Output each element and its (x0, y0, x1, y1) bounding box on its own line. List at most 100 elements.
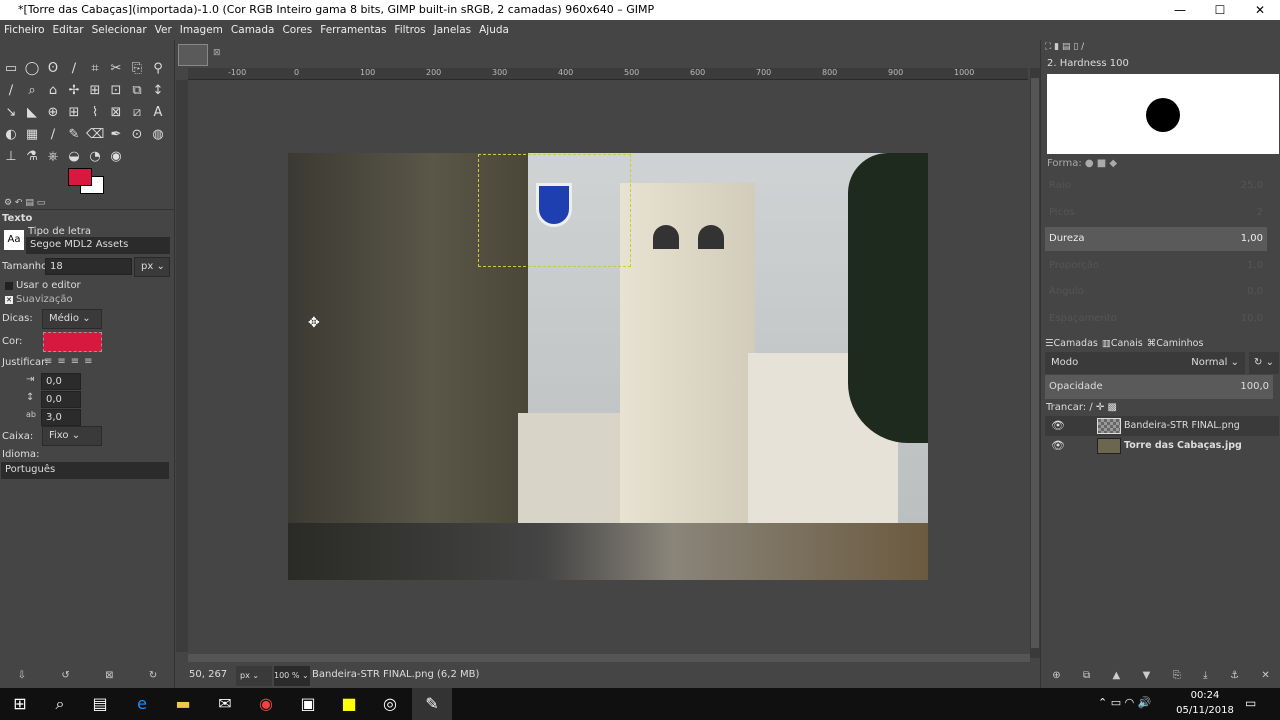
visibility-eye-icon[interactable]: 👁 (1051, 439, 1065, 452)
menu-ajuda[interactable]: Ajuda (479, 24, 509, 36)
text-tool-icon[interactable]: A (149, 104, 167, 122)
brush-param-slider[interactable]: Raio 25,0 (1045, 174, 1267, 198)
clone-tool-icon[interactable]: ⊥ (2, 148, 20, 166)
composite-mode-select[interactable]: ↻ ⌄ (1249, 352, 1279, 374)
brush-param-slider[interactable]: Espaçamento 10,0 (1045, 307, 1267, 331)
color-select-tool-icon[interactable]: ⌗ (86, 60, 104, 78)
menu-camada[interactable]: Camada (231, 24, 275, 36)
flip-tool-icon[interactable]: ⊕ (44, 104, 62, 122)
clock-time[interactable]: 00:24 (1180, 690, 1230, 701)
menu-filtros[interactable]: Filtros (394, 24, 425, 36)
menu-cores[interactable]: Cores (282, 24, 312, 36)
layer-name[interactable]: Bandeira-STR FINAL.png (1124, 420, 1240, 431)
use-editor-checkbox[interactable] (5, 282, 13, 290)
tool-options-footer[interactable]: ⇩ ↺ ⊠ ↻ (0, 670, 175, 681)
image-tab-thumbnail[interactable] (178, 44, 208, 66)
airbrush-tool-icon[interactable]: ✒ (107, 126, 125, 144)
paths-tool-icon[interactable]: ⚲ (149, 60, 167, 78)
scissors-tool-icon[interactable]: ✂ (107, 60, 125, 78)
free-select-tool-icon[interactable]: ʘ (44, 60, 62, 78)
vertical-scrollbar[interactable] (1030, 68, 1040, 658)
zoom-tool-icon[interactable]: ⌕ (23, 82, 41, 100)
file-explorer-icon[interactable]: ▬ (163, 688, 203, 720)
brush-param-slider[interactable]: Ângulo 0,0 (1045, 280, 1267, 304)
rotate-tool-icon[interactable]: ↕ (149, 82, 167, 100)
start-icon[interactable]: ⊞ (0, 688, 40, 720)
obs-icon[interactable]: ◎ (370, 688, 410, 720)
gimp-icon[interactable]: ✎ (412, 688, 452, 720)
foreground-select-tool-icon[interactable]: ⎘ (128, 60, 146, 78)
layer-row[interactable]: 👁 Bandeira-STR FINAL.png (1045, 416, 1279, 436)
search-icon[interactable]: ⌕ (40, 688, 80, 720)
horizontal-scrollbar[interactable] (188, 654, 1030, 662)
hints-select[interactable]: Médio ⌄ (42, 309, 102, 329)
notifications-icon[interactable]: ▭ (1245, 696, 1256, 710)
font-icon[interactable]: Aa (4, 230, 24, 250)
language-input[interactable]: Português (1, 462, 169, 479)
close-tab-icon[interactable]: ⊠ (213, 48, 221, 58)
image-canvas[interactable]: ✥ (288, 153, 928, 580)
menu-ferramentas[interactable]: Ferramentas (320, 24, 386, 36)
system-tray-icons[interactable]: ⌃ ▭ ◠ 🔊 (1098, 696, 1151, 709)
menu-selecionar[interactable]: Selecionar (92, 24, 147, 36)
fuzzy-select-tool-icon[interactable]: ∕ (65, 60, 83, 78)
measure-tool-icon[interactable]: ⌂ (44, 82, 62, 100)
brush-tabs[interactable]: ⛶ ▮ ▤ ▯ ∕ (1045, 42, 1084, 52)
dodge-burn-tool-icon[interactable]: ◉ (107, 148, 125, 166)
unified-transform-tool-icon[interactable]: ⧉ (128, 82, 146, 100)
mypaint-tool-icon[interactable]: ◍ (149, 126, 167, 144)
antialias-checkbox[interactable]: ✕ (5, 296, 13, 304)
mode-select[interactable]: Modo Normal ⌄ (1045, 352, 1245, 374)
visibility-eye-icon[interactable]: 👁 (1051, 419, 1065, 432)
ink-tool-icon[interactable]: ⊙ (128, 126, 146, 144)
menu-janelas[interactable]: Janelas (434, 24, 471, 36)
bucket-fill-tool-icon[interactable]: ◐ (2, 126, 20, 144)
font-input[interactable]: Segoe MDL2 Assets (26, 237, 170, 254)
layer-name[interactable]: Torre das Cabaças.jpg (1124, 440, 1242, 451)
shear-tool-icon[interactable]: ◣ (23, 104, 41, 122)
mail-icon[interactable]: ✉ (205, 688, 245, 720)
box-select[interactable]: Fixo ⌄ (42, 426, 102, 446)
scale-tool-icon[interactable]: ↘ (2, 104, 20, 122)
perspective-tool-icon[interactable]: ⊞ (65, 104, 83, 122)
blur-tool-icon[interactable]: ◒ (65, 148, 83, 166)
tab-camadas[interactable]: ☰Camadas (1045, 338, 1098, 350)
brush-param-slider[interactable]: Proporção 1,0 (1045, 254, 1267, 278)
maximize-button[interactable]: ☐ (1200, 0, 1240, 20)
chrome-icon[interactable]: ◉ (246, 688, 286, 720)
justify-buttons[interactable]: ≡≡≡≡ (44, 356, 98, 367)
move-tool-icon[interactable]: ✢ (65, 82, 83, 100)
layer-row[interactable]: 👁 Torre das Cabaças.jpg (1045, 436, 1279, 456)
cage-tool-icon[interactable]: ⌇ (86, 104, 104, 122)
align-tool-icon[interactable]: ⊞ (86, 82, 104, 100)
foreground-color[interactable] (68, 168, 92, 186)
tool-options-tabs[interactable]: ⚙ ↶ ▤ ▭ (0, 198, 175, 210)
size-unit-select[interactable]: px ⌄ (134, 257, 170, 277)
opacity-slider[interactable]: Opacidade 100,0 (1045, 375, 1273, 399)
layers-tabs[interactable]: ☰Camadas ▥Canais ⌘Caminhos (1045, 338, 1277, 350)
rect-select-tool-icon[interactable]: ▭ (2, 60, 20, 78)
brush-param-slider[interactable]: Picos 2 (1045, 201, 1267, 225)
layers-footer-buttons[interactable]: ⊕ ⧉ ▲ ▼ ⎘ ⤓ ⚓ ✕ (1041, 670, 1280, 681)
menu-imagem[interactable]: Imagem (180, 24, 223, 36)
indent-input[interactable]: 0,0 (41, 373, 81, 390)
unit-select[interactable]: px ⌄ (236, 666, 272, 686)
brush-param-slider[interactable]: Dureza 1,00 (1045, 227, 1267, 251)
menu-ver[interactable]: Ver (155, 24, 172, 36)
perspective-clone-tool-icon[interactable]: ⎈ (44, 148, 62, 166)
gradient-tool-icon[interactable]: ▦ (23, 126, 41, 144)
close-button[interactable]: ✕ (1240, 0, 1280, 20)
line-spacing-input[interactable]: 0,0 (41, 391, 81, 408)
warp-tool-icon[interactable]: ⊠ (107, 104, 125, 122)
tab-canais[interactable]: ▥Canais (1102, 338, 1143, 350)
paintbrush-tool-icon[interactable]: ✎ (65, 126, 83, 144)
heal-tool-icon[interactable]: ⚗ (23, 148, 41, 166)
eraser-tool-icon[interactable]: ⌫ (86, 126, 104, 144)
size-input[interactable]: 18 (45, 258, 132, 275)
sticky-notes-icon[interactable]: ■ (329, 688, 369, 720)
menu-ficheiro[interactable]: Ficheiro (4, 24, 45, 36)
ellipse-select-tool-icon[interactable]: ◯ (23, 60, 41, 78)
minimize-button[interactable]: — (1160, 0, 1200, 20)
text-color-button[interactable] (43, 332, 102, 352)
task-view-icon[interactable]: ▤ (80, 688, 120, 720)
